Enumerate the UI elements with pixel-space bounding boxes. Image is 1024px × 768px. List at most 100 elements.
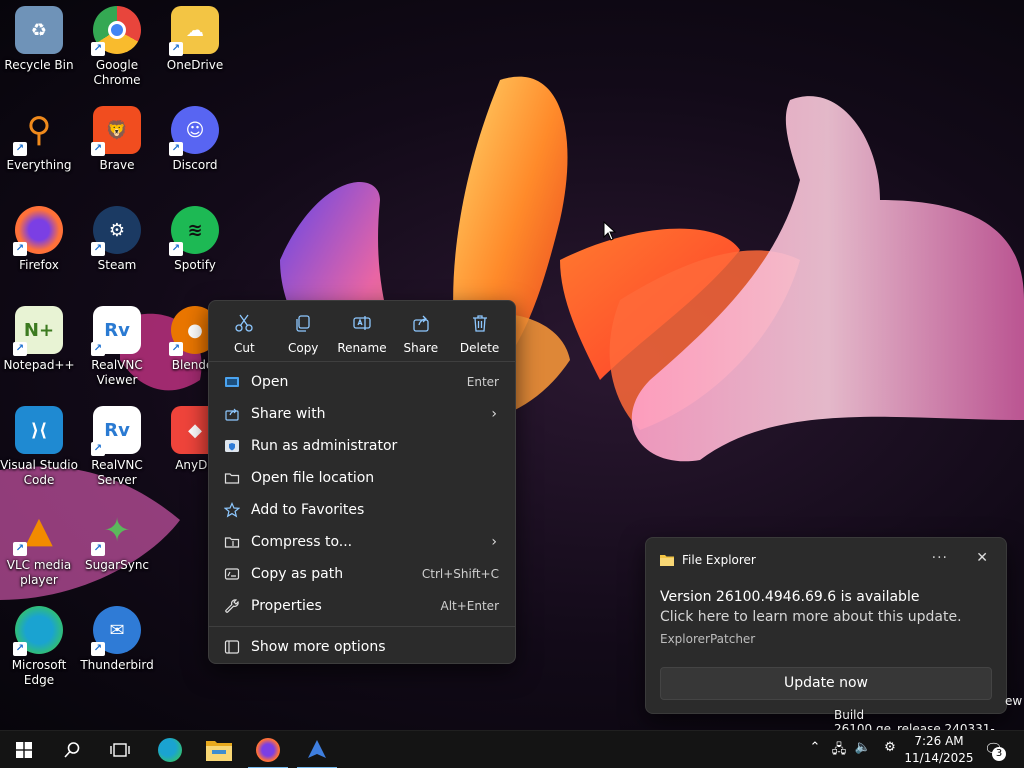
desktop-icon-thunderbird[interactable]: ✉ ↗ Thunderbird <box>78 600 156 696</box>
menu-item-shortcut: Alt+Enter <box>440 599 499 613</box>
shortcut-arrow-icon: ↗ <box>169 342 183 356</box>
share-button[interactable]: Share <box>391 309 450 361</box>
copy-icon <box>296 315 310 332</box>
shortcut-arrow-icon: ↗ <box>91 342 105 356</box>
desktop-icon-label: RealVNC Server <box>91 458 143 487</box>
notification-header: File Explorer <box>646 538 1006 582</box>
trash-icon <box>472 315 487 332</box>
desktop-icon-realvnc-viewer[interactable]: Rv ↗ RealVNC Viewer <box>78 300 156 396</box>
notification-attribution: ExplorerPatcher <box>660 632 756 646</box>
menu-item-label: Share with <box>251 406 326 422</box>
desktop-icon-label: Thunderbird <box>80 658 154 672</box>
desktop-icon-brave[interactable]: 🦁 ↗ Brave <box>78 100 156 196</box>
taskbar-firefox[interactable] <box>244 731 292 768</box>
delete-button[interactable]: Delete <box>450 309 509 361</box>
desktop-icon-microsoft-edge[interactable]: ↗ Microsoft Edge <box>0 600 78 696</box>
taskbar-edge[interactable] <box>146 731 194 768</box>
menu-item-open[interactable]: Open Enter <box>209 366 515 398</box>
menu-item-label: Compress to... <box>251 534 353 550</box>
settings-gear-icon[interactable]: ⚙ <box>881 740 899 758</box>
shortcut-arrow-icon: ↗ <box>91 442 105 456</box>
share-with-icon <box>223 405 241 423</box>
notification-close-icon[interactable]: ✕ <box>976 550 988 566</box>
shortcut-arrow-icon: ↗ <box>169 242 183 256</box>
everything-search-icon: ⚲ ↗ <box>13 106 63 156</box>
task-view-icon <box>110 743 130 757</box>
onedrive-icon: ☁ ↗ <box>169 6 219 56</box>
start-button[interactable] <box>0 731 48 768</box>
desktop-icon-label: Google Chrome <box>93 58 141 87</box>
desktop-icon-label: Recycle Bin <box>4 58 74 72</box>
desktop-icon-discord[interactable]: ☺ ↗ Discord <box>156 100 234 196</box>
menu-item-run-as-administrator[interactable]: Run as administrator <box>209 430 515 462</box>
desktop-icon-recycle-bin[interactable]: ♻ Recycle Bin <box>0 0 78 96</box>
rename-button[interactable]: Rename <box>333 309 392 361</box>
sugarsync-icon: ✦ ↗ <box>91 506 141 556</box>
shortcut-arrow-icon: ↗ <box>13 142 27 156</box>
discord-icon: ☺ ↗ <box>169 106 219 156</box>
task-view-button[interactable] <box>96 731 144 768</box>
network-icon[interactable]: 🖧 <box>830 740 848 758</box>
context-menu-quick-actions: Cut Copy Rename Share Delete <box>209 301 515 361</box>
notepad-plus-plus-icon: N+ ↗ <box>13 306 63 356</box>
shortcut-arrow-icon: ↗ <box>13 242 27 256</box>
folder-icon <box>223 469 241 487</box>
menu-item-open-file-location[interactable]: Open file location <box>209 462 515 494</box>
context-menu: Cut Copy Rename Share Delete Open Enter … <box>208 300 516 664</box>
desktop-icon-notepad-plus-plus[interactable]: N+ ↗ Notepad++ <box>0 300 78 396</box>
taskbar-app-blue[interactable] <box>293 731 341 768</box>
desktop-icon-realvnc-server[interactable]: Rv ↗ RealVNC Server <box>78 400 156 496</box>
menu-item-properties[interactable]: Properties Alt+Enter <box>209 590 515 622</box>
menu-item-show-more-options[interactable]: Show more options <box>209 631 515 663</box>
shortcut-arrow-icon: ↗ <box>91 42 105 56</box>
desktop-icon-label: Discord <box>172 158 218 172</box>
desktop-icon-label: Notepad++ <box>3 358 75 372</box>
shortcut-arrow-icon: ↗ <box>13 342 27 356</box>
desktop-icon-onedrive[interactable]: ☁ ↗ OneDrive <box>156 0 234 96</box>
search-button[interactable] <box>48 731 96 768</box>
desktop-icon-steam[interactable]: ⚙ ↗ Steam <box>78 200 156 296</box>
desktop-icon-spotify[interactable]: ≋ ↗ Spotify <box>156 200 234 296</box>
recycle-bin-icon: ♻ <box>15 6 63 54</box>
cut-button[interactable]: Cut <box>215 309 274 361</box>
menu-item-label: Properties <box>251 598 322 614</box>
desktop-icon-vscode[interactable]: ⟩⟨ Visual Studio Code <box>0 400 78 496</box>
wrench-icon <box>223 597 241 615</box>
taskbar-clock[interactable]: 7:26 AM 11/14/2025 <box>904 733 974 767</box>
share-icon <box>413 315 429 332</box>
cut-label: Cut <box>234 341 255 355</box>
spotify-icon: ≋ ↗ <box>169 206 219 256</box>
notification-body[interactable]: Click here to learn more about this upda… <box>660 609 962 625</box>
desktop-icon-everything[interactable]: ⚲ ↗ Everything <box>0 100 78 196</box>
menu-item-share-with[interactable]: Share with › <box>209 398 515 430</box>
desktop-icon-sugarsync[interactable]: ✦ ↗ SugarSync <box>78 500 156 596</box>
shortcut-arrow-icon: ↗ <box>169 42 183 56</box>
edge-icon <box>158 738 182 762</box>
file-explorer-icon <box>206 741 232 761</box>
show-hidden-icons-icon[interactable]: ⌃ <box>806 740 824 758</box>
copy-button[interactable]: Copy <box>274 309 333 361</box>
menu-item-copy-as-path[interactable]: Copy as path Ctrl+Shift+C <box>209 558 515 590</box>
volume-muted-icon[interactable]: 🔈 <box>854 740 872 758</box>
open-icon <box>223 373 241 391</box>
notification-count-badge: 3 <box>992 747 1006 761</box>
menu-item-compress-to[interactable]: Compress to... › <box>209 526 515 558</box>
notification-more-icon[interactable]: ··· <box>932 550 948 566</box>
windows-logo-icon <box>16 742 32 758</box>
desktop-icon-firefox[interactable]: ↗ Firefox <box>0 200 78 296</box>
notification-app-name: File Explorer <box>682 553 756 567</box>
menu-item-label: Copy as path <box>251 566 344 582</box>
taskbar-file-explorer[interactable] <box>195 731 243 768</box>
notification-toast[interactable]: File Explorer ··· ✕ Version 26100.4946.6… <box>645 537 1007 714</box>
desktop-icon-google-chrome[interactable]: ↗ Google Chrome <box>78 0 156 96</box>
menu-item-shortcut: Ctrl+Shift+C <box>421 567 499 581</box>
desktop-icon-vlc[interactable]: ▲ ↗ VLC media player <box>0 500 78 596</box>
chevron-right-icon: › <box>491 534 497 550</box>
notification-title: Version 26100.4946.69.6 is available <box>660 589 920 605</box>
update-now-button[interactable]: Update now <box>660 667 992 700</box>
vscode-icon: ⟩⟨ <box>15 406 63 454</box>
shortcut-arrow-icon: ↗ <box>13 642 27 656</box>
menu-item-add-to-favorites[interactable]: Add to Favorites <box>209 494 515 526</box>
star-icon <box>223 501 241 519</box>
copy-path-icon <box>223 565 241 583</box>
